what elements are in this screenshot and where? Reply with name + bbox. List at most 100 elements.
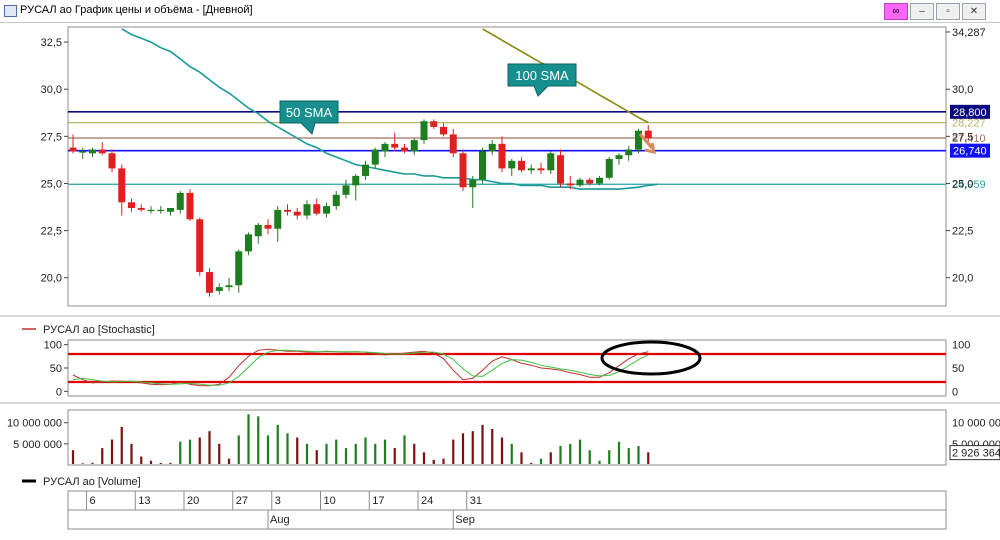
candle-body[interactable] (186, 192, 194, 220)
candle-body[interactable] (508, 160, 516, 169)
candle-body[interactable] (430, 121, 438, 127)
candle-body[interactable] (254, 224, 262, 237)
candle-body[interactable] (69, 147, 77, 152)
candle-body[interactable] (362, 164, 369, 176)
volume-right-tick-label: 10 000 000 (952, 418, 1000, 430)
volume-right-tick-label: 2 926 364 (952, 448, 1000, 460)
price-left-tick-label: 22,5 (41, 226, 62, 238)
day-tick-label: 27 (236, 495, 248, 507)
candle-body[interactable] (440, 126, 447, 135)
price-right-tick-label: 27,5 (952, 131, 973, 143)
stoch-right-tick-label: 100 (952, 340, 970, 352)
candle-body[interactable] (137, 207, 145, 210)
candle-body[interactable] (518, 160, 525, 171)
price-right-tick-label: 22,5 (952, 226, 973, 238)
volume-legend: РУСАЛ ао [Volume] (22, 476, 141, 488)
candle-body[interactable] (176, 192, 184, 210)
candle-body[interactable] (644, 130, 652, 139)
candle-body[interactable] (605, 158, 613, 178)
stoch-left-tick-label: 50 (50, 363, 62, 375)
candle-body[interactable] (498, 143, 506, 169)
candle-body[interactable] (410, 140, 418, 152)
day-tick-label: 6 (90, 495, 96, 507)
candle-body[interactable] (264, 224, 272, 229)
stoch-left-tick-label: 0 (56, 386, 62, 398)
candle-body[interactable] (566, 183, 574, 186)
sma-callout-label: 50 SMA (286, 105, 333, 120)
candle-body[interactable] (459, 153, 467, 188)
candle-body[interactable] (625, 149, 633, 156)
price-level-label: 28,227 (952, 118, 986, 130)
candle-body[interactable] (108, 153, 116, 169)
restore-button[interactable]: ▫ (936, 3, 960, 20)
candle-body[interactable] (284, 209, 291, 212)
candle-body[interactable] (89, 149, 96, 154)
candle-body[interactable] (488, 143, 496, 152)
candle-body[interactable] (313, 204, 321, 214)
price-volume-chart[interactable]: РУСАЛ ао [Stochastic] РУСАЛ ао [Volume] … (0, 22, 1000, 540)
stochastic-panel[interactable] (67, 339, 947, 397)
candle-body[interactable] (527, 168, 535, 171)
price-right-tick-label: 30,0 (952, 84, 973, 96)
candle-body[interactable] (245, 234, 252, 252)
candle-body[interactable] (225, 285, 233, 288)
month-tick-label: Aug (270, 514, 290, 526)
window-titlebar: РУСАЛ ао График цены и объёма - [Дневной… (0, 0, 1000, 23)
price-left-tick-label: 20,0 (41, 273, 62, 285)
price-level-label: 26,740 (953, 146, 987, 158)
candle-body[interactable] (615, 155, 623, 159)
window-title: РУСАЛ ао График цены и объёма - [Дневной… (20, 4, 253, 16)
price-left-tick-label: 32,5 (41, 37, 62, 49)
day-tick-label: 20 (187, 495, 199, 507)
candle-body[interactable] (391, 143, 399, 148)
candle-body[interactable] (537, 168, 545, 171)
candle-body[interactable] (98, 149, 106, 154)
candle-body[interactable] (235, 251, 243, 286)
candle-body[interactable] (557, 155, 564, 184)
candle-body[interactable] (342, 185, 350, 195)
candle-body[interactable] (206, 272, 213, 293)
candle-body[interactable] (401, 147, 408, 152)
candle-body[interactable] (449, 134, 457, 154)
candle-body[interactable] (157, 209, 165, 212)
price-left-tick-label: 27,5 (41, 131, 62, 143)
candle-body[interactable] (274, 209, 282, 229)
candle-body[interactable] (147, 209, 155, 212)
minimize-button[interactable]: – (910, 3, 934, 20)
volume-legend-label: РУСАЛ ао [Volume] (43, 476, 141, 488)
link-icon[interactable]: ∞ (884, 3, 908, 20)
candle-body[interactable] (352, 175, 360, 186)
sma-callout-label: 100 SMA (515, 68, 569, 83)
chart-app-icon (4, 5, 17, 17)
stoch-right-tick-label: 0 (952, 386, 958, 398)
price-right-tick-label: 20,0 (952, 273, 973, 285)
candle-body[interactable] (167, 207, 174, 212)
candle-body[interactable] (215, 287, 223, 291)
stochastic-legend-label: РУСАЛ ао [Stochastic] (43, 324, 155, 336)
candle-body[interactable] (469, 179, 477, 188)
candle-body[interactable] (371, 149, 379, 165)
price-right-tick-label: 25,0 (952, 178, 973, 190)
candle-body[interactable] (479, 151, 486, 180)
candle-body[interactable] (332, 194, 340, 207)
candle-body[interactable] (576, 179, 584, 186)
stoch-left-tick-label: 100 (44, 340, 62, 352)
candle-body[interactable] (196, 219, 204, 273)
candle-body[interactable] (381, 143, 389, 152)
day-tick-label: 24 (421, 495, 433, 507)
day-tick-label: 13 (138, 495, 150, 507)
candle-body[interactable] (128, 202, 135, 208)
candle-body[interactable] (303, 204, 311, 216)
close-button[interactable]: ✕ (962, 3, 986, 20)
candle-body[interactable] (79, 151, 87, 153)
candle-body[interactable] (420, 121, 428, 141)
candle-body[interactable] (586, 179, 594, 184)
candle-body[interactable] (596, 177, 603, 184)
day-tick-label: 31 (470, 495, 482, 507)
candle-body[interactable] (547, 153, 555, 171)
candle-body[interactable] (293, 211, 301, 216)
volume-left-tick-label: 10 000 000 (7, 418, 62, 430)
candle-body[interactable] (118, 168, 126, 203)
stoch-right-tick-label: 50 (952, 363, 964, 375)
candle-body[interactable] (323, 206, 330, 214)
